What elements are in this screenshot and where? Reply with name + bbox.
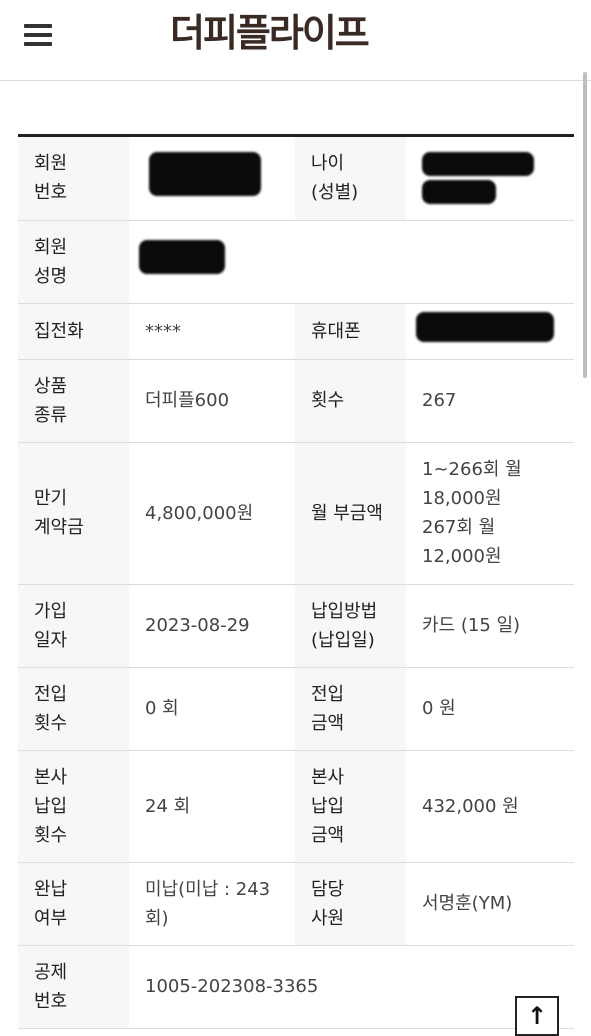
top-header: 더피플라이프 — [0, 0, 591, 81]
arrow-up-icon: ↑ — [527, 1002, 548, 1030]
value-monthly-payment: 1~266회 월 18,000원 267회 월 12,000원 — [406, 442, 574, 585]
label-hq-payment-count: 본사 납입 횟수 — [18, 750, 129, 863]
scroll-to-top-button[interactable]: ↑ — [515, 996, 559, 1036]
label-product-type: 상품 종류 — [18, 359, 129, 443]
page-scrollbar[interactable] — [583, 72, 587, 378]
redacted-block — [422, 152, 534, 177]
table-row: 완납 여부 미납(미납 : 243 회) 담당 사원 서명훈(YM) — [18, 862, 574, 946]
value-maturity-amount: 4,800,000원 — [129, 442, 295, 585]
label-paid-status: 완납 여부 — [18, 862, 129, 946]
label-hq-payment-amount: 본사 납입 금액 — [295, 750, 406, 863]
label-join-date: 가입 일자 — [18, 584, 129, 668]
redacted-block — [416, 311, 554, 342]
table-row: 상품 종류 더피플600 횟수 267 — [18, 359, 574, 443]
value-transfer-count: 0 회 — [129, 667, 295, 751]
redacted-block — [149, 151, 261, 196]
label-member-name: 회원 성명 — [18, 220, 129, 304]
value-member-name — [129, 220, 574, 304]
redacted-block — [422, 180, 496, 205]
table-row: 가입 일자 2023-08-29 납입방법 (납입일) 카드 (15 일) — [18, 584, 574, 668]
site-logo[interactable]: 더피플라이프 — [170, 8, 420, 58]
table-row: 전입 횟수 0 회 전입 금액 0 원 — [18, 667, 574, 751]
label-deduction-number: 공제 번호 — [18, 945, 129, 1029]
label-maturity-amount: 만기 계약금 — [18, 442, 129, 585]
value-home-phone: **** — [129, 303, 295, 360]
label-age-gender: 나이 (성별) — [295, 137, 406, 221]
label-home-phone: 집전화 — [18, 303, 129, 360]
hamburger-menu-icon[interactable] — [24, 22, 52, 48]
value-hq-payment-amount: 432,000 원 — [406, 750, 574, 863]
table-row: 회원 성명 — [18, 220, 574, 304]
table-row: 회원 번호 나이 (성별) — [18, 137, 574, 221]
redacted-block — [139, 240, 225, 274]
value-payment-method: 카드 (15 일) — [406, 584, 574, 668]
table-row: 집전화 **** 휴대폰 — [18, 303, 574, 360]
value-staff: 서명훈(YM) — [406, 862, 574, 946]
table-row: 만기 계약금 4,800,000원 월 부금액 1~266회 월 18,000원… — [18, 442, 574, 585]
label-transfer-amount: 전입 금액 — [295, 667, 406, 751]
table-row: 본사 납입 횟수 24 회 본사 납입 금액 432,000 원 — [18, 750, 574, 863]
member-info-table: 회원 번호 나이 (성별) 회원 성명 집전화 **** 휴대폰 상품 종류 더… — [18, 137, 574, 1029]
value-transfer-amount: 0 원 — [406, 667, 574, 751]
value-product-type: 더피플600 — [129, 359, 295, 443]
label-staff: 담당 사원 — [295, 862, 406, 946]
value-join-date: 2023-08-29 — [129, 584, 295, 668]
value-hq-payment-count: 24 회 — [129, 750, 295, 863]
value-age-gender — [406, 137, 574, 221]
value-mobile-phone — [406, 303, 574, 360]
label-payment-method: 납입방법 (납입일) — [295, 584, 406, 668]
table-row: 공제 번호 1005-202308-3365 — [18, 945, 574, 1029]
label-mobile-phone: 휴대폰 — [295, 303, 406, 360]
value-paid-status: 미납(미납 : 243 회) — [129, 862, 295, 946]
label-installment-count: 횟수 — [295, 359, 406, 443]
label-transfer-count: 전입 횟수 — [18, 667, 129, 751]
value-installment-count: 267 — [406, 359, 574, 443]
label-member-number: 회원 번호 — [18, 137, 129, 221]
label-monthly-payment: 월 부금액 — [295, 442, 406, 585]
value-member-number — [129, 137, 295, 221]
value-deduction-number: 1005-202308-3365 — [129, 945, 574, 1029]
